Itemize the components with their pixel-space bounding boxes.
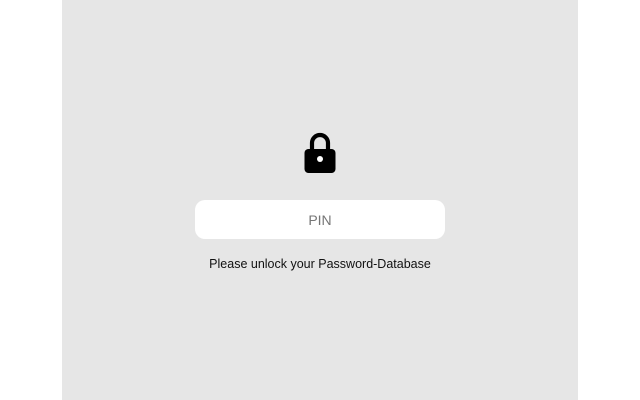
app-window: Please unlock your Password-Database — [0, 0, 640, 400]
pin-input[interactable] — [195, 200, 445, 239]
lock-icon — [303, 130, 337, 174]
unlock-message: Please unlock your Password-Database — [209, 257, 431, 271]
